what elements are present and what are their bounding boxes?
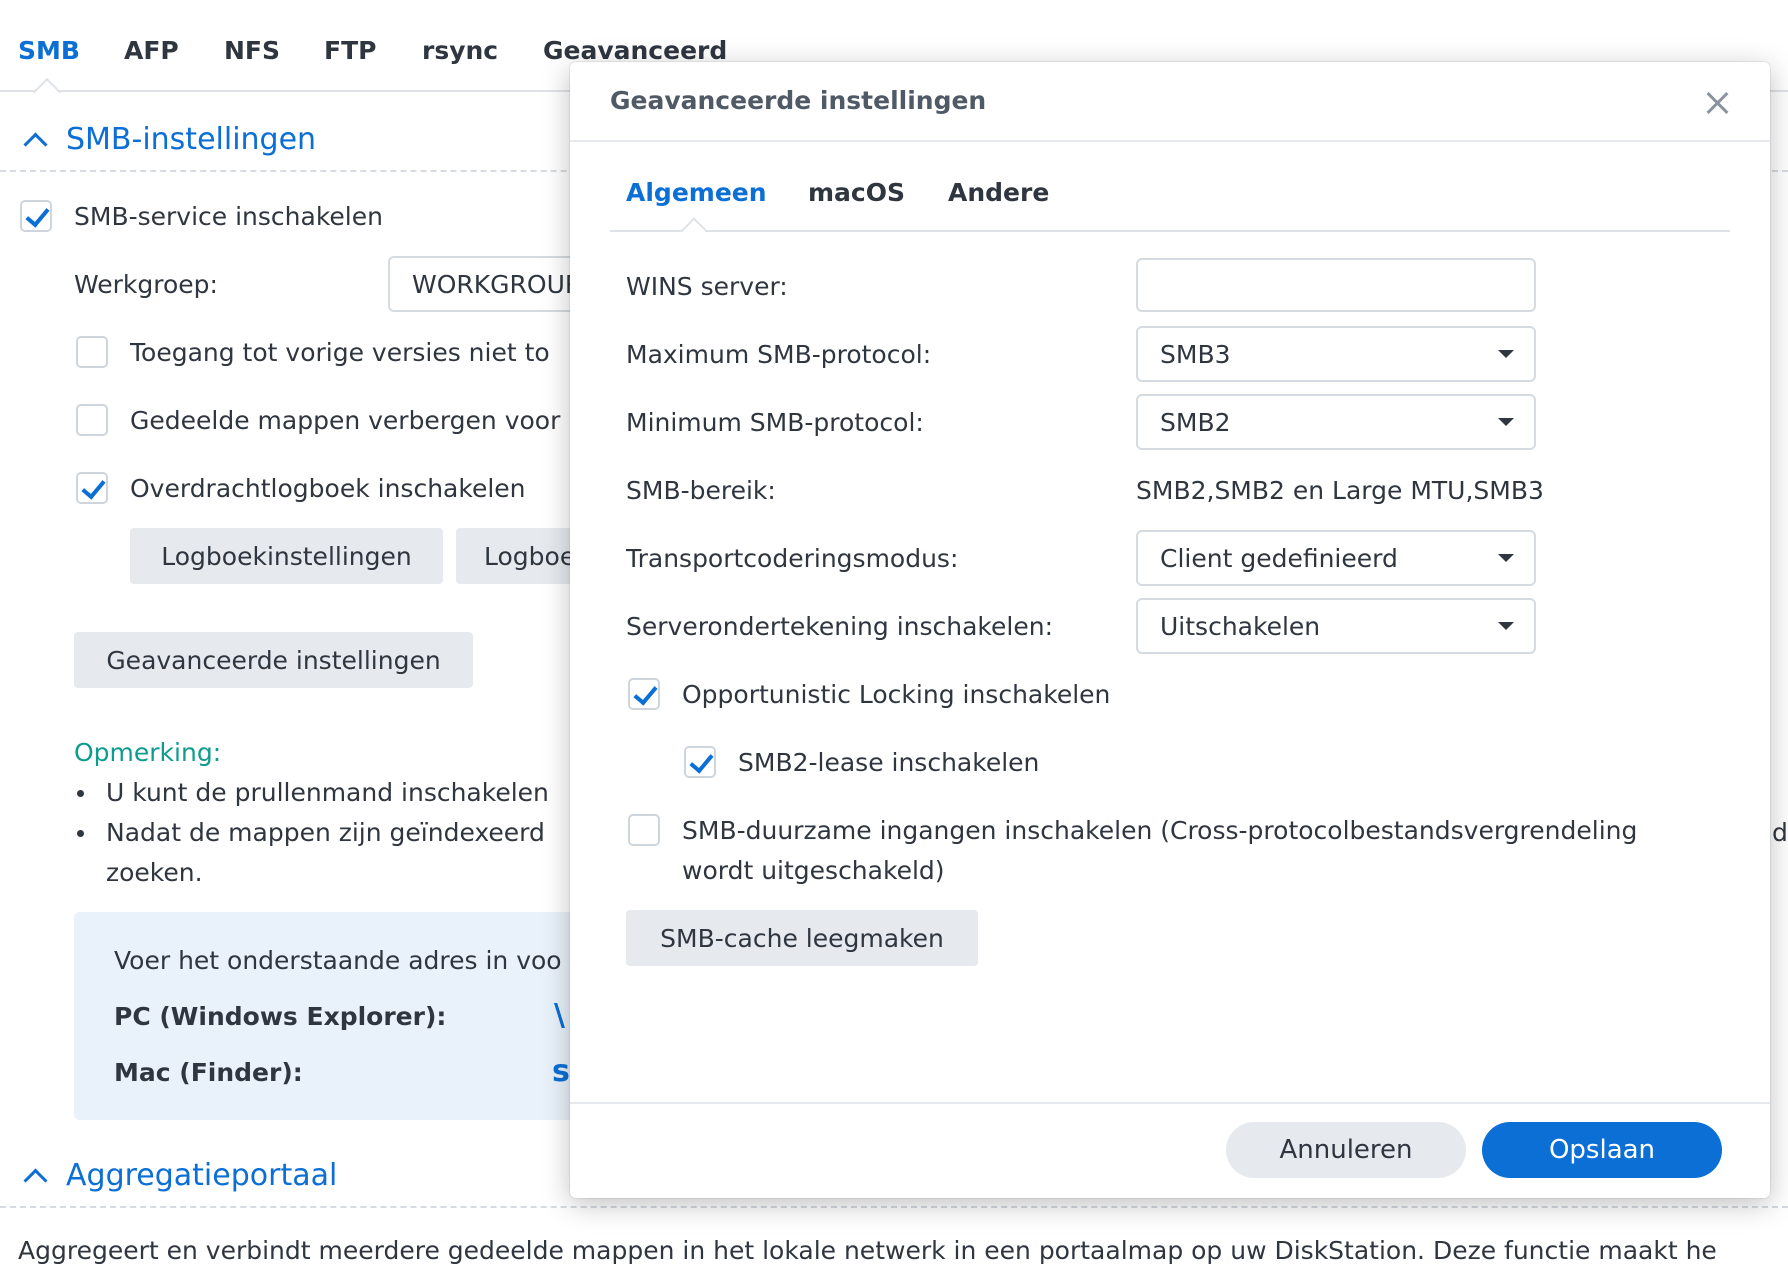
min-protocol-value: SMB2	[1160, 407, 1231, 437]
smb-range-value: SMB2,SMB2 en Large MTU,SMB3	[1136, 476, 1544, 505]
max-protocol-label: Maximum SMB-protocol:	[626, 340, 932, 369]
wins-server-input[interactable]	[1136, 258, 1536, 312]
tab-afp[interactable]: AFP	[124, 36, 179, 65]
wins-server-label: WINS server:	[626, 272, 788, 301]
active-tab-indicator	[681, 217, 707, 243]
smb2-lease-checkbox[interactable]	[684, 746, 716, 778]
note-item-continuation: zoeken.	[106, 858, 203, 887]
hide-shared-folders-checkbox[interactable]	[76, 404, 108, 436]
connection-info-intro: Voer het onderstaande adres in voo	[114, 946, 562, 975]
clipped-text-fragment: de	[1772, 818, 1788, 847]
tab-geavanceerd[interactable]: Geavanceerd	[543, 36, 727, 65]
log-settings-button[interactable]: Logboekinstellingen	[130, 528, 443, 584]
server-signing-value: Uitschakelen	[1160, 611, 1321, 641]
server-signing-label: Serverondertekening inschakelen:	[626, 612, 1053, 641]
smb-service-label: SMB-service inschakelen	[74, 202, 383, 231]
transport-encryption-select[interactable]: Client gedefinieerd	[1136, 530, 1536, 586]
chevron-down-icon	[1498, 418, 1514, 426]
dialog-tab-andere[interactable]: Andere	[948, 178, 1049, 207]
advanced-settings-button[interactable]: Geavanceerde instellingen	[74, 632, 473, 688]
collapse-chevron-icon[interactable]	[23, 132, 48, 157]
server-signing-select[interactable]: Uitschakelen	[1136, 598, 1536, 654]
note-item: Nadat de mappen zijn geïndexeerd	[106, 818, 545, 847]
max-protocol-value: SMB3	[1160, 339, 1231, 369]
advanced-settings-dialog: Geavanceerde instellingen Algemeen macOS…	[570, 62, 1770, 1198]
save-button[interactable]: Opslaan	[1482, 1122, 1722, 1178]
note-label: Opmerking:	[74, 738, 222, 767]
oplock-label: Opportunistic Locking inschakelen	[682, 680, 1111, 709]
active-tab-indicator	[32, 77, 62, 107]
tab-smb[interactable]: SMB	[18, 36, 80, 65]
tab-rsync[interactable]: rsync	[422, 36, 498, 65]
pc-address-link[interactable]: \	[554, 998, 565, 1033]
durable-handles-label: SMB-duurzame ingangen inschakelen (Cross…	[682, 816, 1638, 845]
bullet	[77, 830, 84, 837]
tab-ftp[interactable]: FTP	[324, 36, 376, 65]
previous-versions-label: Toegang tot vorige versies niet to	[130, 338, 550, 367]
smb-service-checkbox[interactable]	[20, 200, 52, 232]
dialog-header-divider	[570, 140, 1770, 142]
min-protocol-select[interactable]: SMB2	[1136, 394, 1536, 450]
transfer-log-label: Overdrachtlogboek inschakelen	[130, 474, 526, 503]
dialog-tab-algemeen[interactable]: Algemeen	[626, 178, 767, 207]
oplock-checkbox[interactable]	[628, 678, 660, 710]
transfer-log-checkbox[interactable]	[76, 472, 108, 504]
max-protocol-select[interactable]: SMB3	[1136, 326, 1536, 382]
mac-address-label: Mac (Finder):	[114, 1058, 303, 1087]
collapse-chevron-icon[interactable]	[23, 1168, 48, 1193]
chevron-down-icon	[1498, 554, 1514, 562]
smb-range-label: SMB-bereik:	[626, 476, 776, 505]
transport-encryption-value: Client gedefinieerd	[1160, 543, 1398, 573]
tab-nfs[interactable]: NFS	[224, 36, 280, 65]
min-protocol-label: Minimum SMB-protocol:	[626, 408, 924, 437]
aggregation-description: Aggregeert en verbindt meerdere gedeelde…	[18, 1236, 1717, 1265]
cancel-button[interactable]: Annuleren	[1226, 1122, 1466, 1178]
dialog-tabs-divider	[610, 230, 1730, 232]
durable-handles-label-continuation: wordt uitgeschakeld)	[682, 856, 945, 885]
dialog-tab-macos[interactable]: macOS	[808, 178, 905, 207]
note-item: U kunt de prullenmand inschakelen	[106, 778, 549, 807]
chevron-down-icon	[1498, 622, 1514, 630]
mac-address-link[interactable]: s	[552, 1054, 570, 1089]
dialog-title: Geavanceerde instellingen	[610, 86, 987, 115]
dialog-footer-divider	[570, 1102, 1770, 1104]
section-title-smb[interactable]: SMB-instellingen	[66, 122, 316, 157]
durable-handles-checkbox[interactable]	[628, 814, 660, 846]
smb2-lease-label: SMB2-lease inschakelen	[738, 748, 1040, 777]
pc-address-label: PC (Windows Explorer):	[114, 1002, 447, 1031]
bullet	[77, 790, 84, 797]
hide-shared-folders-label: Gedeelde mappen verbergen voor	[130, 406, 561, 435]
chevron-down-icon	[1498, 350, 1514, 358]
clear-smb-cache-button[interactable]: SMB-cache leegmaken	[626, 910, 978, 966]
transport-encryption-label: Transportcoderingsmodus:	[626, 544, 959, 573]
close-icon[interactable]	[1702, 88, 1732, 118]
previous-versions-checkbox[interactable]	[76, 336, 108, 368]
section-divider	[0, 1206, 1788, 1208]
section-title-aggregation[interactable]: Aggregatieportaal	[66, 1158, 337, 1193]
workgroup-label: Werkgroep:	[74, 270, 218, 299]
